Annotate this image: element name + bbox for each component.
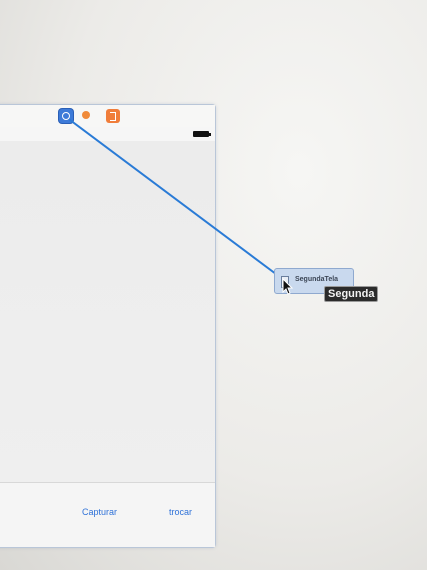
segue-connection-line: [69, 119, 285, 281]
drag-tooltip: Segunda: [324, 286, 379, 302]
storyboard-canvas[interactable]: Capturar trocar SegundaTela Segunda: [0, 0, 427, 570]
mouse-cursor-icon: [282, 278, 294, 295]
target-scene-label: SegundaTela: [295, 276, 339, 283]
